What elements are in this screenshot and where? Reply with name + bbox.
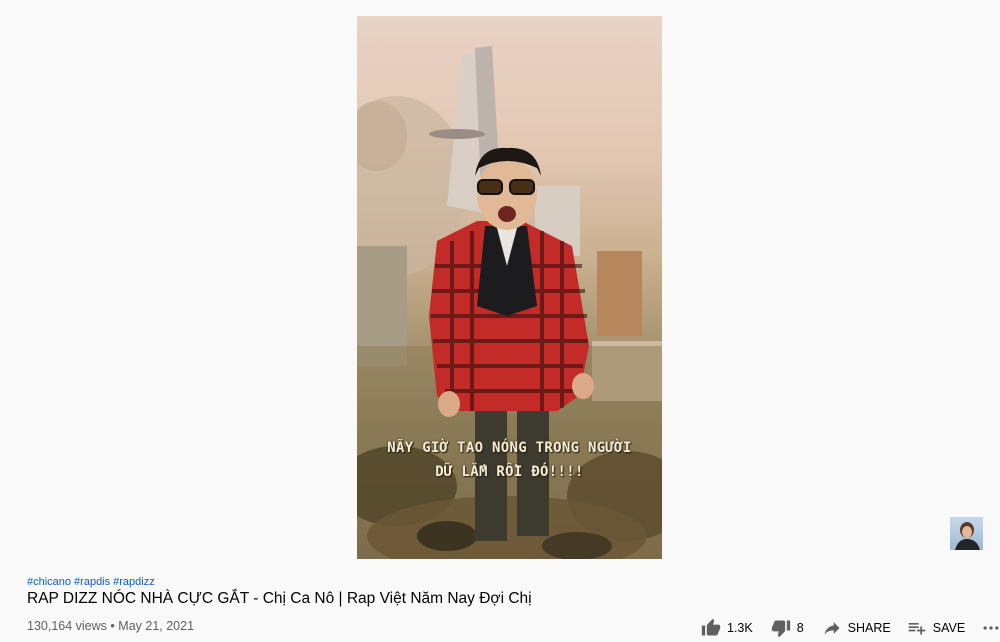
video-player[interactable]: NÃY GIỜ TAO NÓNG TRONG NGƯỜI DỮ LẮM RỒI … (0, 0, 1000, 574)
more-actions-button[interactable] (981, 618, 1000, 638)
playlist-add-icon (908, 623, 926, 635)
more-horiz-icon (983, 626, 999, 630)
info-separator: • (110, 619, 115, 633)
like-button[interactable]: 1.3K (701, 618, 753, 638)
dislike-count: 8 (796, 621, 804, 635)
video-title: RAP DIZZ NÓC NHÀ CỰC GẮT - Chị Ca Nô | R… (27, 590, 532, 607)
video-frame[interactable]: NÃY GIỜ TAO NÓNG TRONG NGƯỜI DỮ LẮM RỒI … (357, 16, 662, 559)
hashtag-list: #chicano #rapdis #rapdizz (27, 576, 158, 588)
video-info: 130,164 views • May 21, 2021 (27, 619, 194, 633)
upload-date: May 21, 2021 (118, 619, 195, 633)
hashtag-link[interactable]: #chicano (27, 576, 71, 588)
share-arrow-icon (824, 622, 840, 635)
avatar (955, 522, 980, 550)
view-count: 130,164 views (27, 619, 107, 633)
thumb-down-icon (771, 620, 790, 638)
video-caption-line2: DỮ LẮM RỒI ĐÓ!!!! (435, 464, 584, 480)
thumb-up-icon (701, 618, 721, 636)
channel-watermark[interactable] (950, 517, 983, 550)
like-count: 1.3K (727, 621, 753, 635)
hashtag-link[interactable]: #rapdizz (113, 576, 155, 588)
share-label: SHARE (847, 621, 891, 635)
share-button[interactable]: SHARE (822, 618, 891, 638)
video-caption-line1: NÃY GIỜ TAO NÓNG TRONG NGƯỜI (387, 440, 632, 456)
save-label: SAVE (932, 621, 966, 635)
dislike-button[interactable]: 8 (771, 618, 804, 638)
hashtag-link[interactable]: #rapdis (74, 576, 110, 588)
action-bar: 1.3K 8 SHARE SAVE (701, 617, 1000, 639)
save-button[interactable]: SAVE (907, 618, 965, 638)
